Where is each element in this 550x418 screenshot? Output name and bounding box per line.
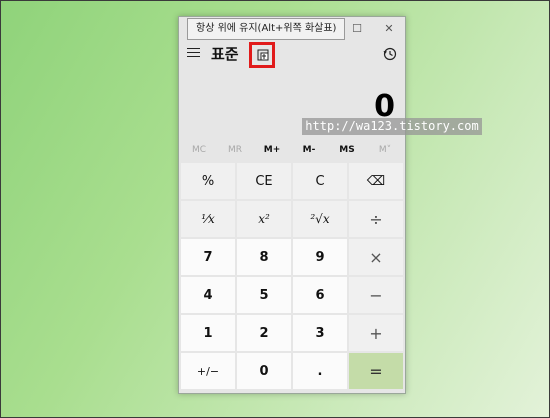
reciprocal-label: ¹⁄x [201,212,215,226]
square-label: x² [258,212,270,226]
clear-button[interactable]: C [293,163,347,199]
digit-3-button[interactable]: 3 [293,315,347,351]
digit-7-button[interactable]: 7 [181,239,235,275]
multiply-label: × [369,247,383,267]
close-button[interactable]: ✕ [377,19,401,39]
memory-list-button[interactable]: M˅ [367,141,403,159]
square-button[interactable]: x² [237,201,291,237]
equals-button[interactable]: = [349,353,403,389]
keypad: % CE C ⌫ ¹⁄x x² ²√x ÷ 7 8 9 × 4 5 6 − 1 … [181,163,403,391]
digit-4-button[interactable]: 4 [181,277,235,313]
square-root-label: ²√x [310,212,330,226]
memory-store-button[interactable]: MS [329,141,365,159]
digit-1-button[interactable]: 1 [181,315,235,351]
calculator-window: — ☐ ✕ 표준 0 MC MR M+ M- MS M˅ % CE C ⌫ ¹⁄… [178,16,406,394]
digit-9-button[interactable]: 9 [293,239,347,275]
memory-add-button[interactable]: M+ [254,141,290,159]
menu-icon[interactable] [187,47,201,59]
digit-6-button[interactable]: 6 [293,277,347,313]
reciprocal-button[interactable]: ¹⁄x [181,201,235,237]
percent-button[interactable]: % [181,163,235,199]
watermark-text: http://wa123.tistory.com [302,118,482,135]
maximize-button[interactable]: ☐ [345,19,369,39]
square-root-button[interactable]: ²√x [293,201,347,237]
memory-recall-button[interactable]: MR [217,141,253,159]
clear-entry-button[interactable]: CE [237,163,291,199]
keep-on-top-button[interactable] [249,42,275,68]
memory-clear-button[interactable]: MC [181,141,217,159]
mode-title: 표준 [211,45,239,63]
digit-8-button[interactable]: 8 [237,239,291,275]
negate-button[interactable]: +/− [181,353,235,389]
backspace-icon: ⌫ [366,173,386,189]
digit-5-button[interactable]: 5 [237,277,291,313]
backspace-button[interactable]: ⌫ [349,163,403,199]
divide-button[interactable]: ÷ [349,201,403,237]
add-label: + [369,323,383,343]
memory-subtract-button[interactable]: M- [291,141,327,159]
subtract-button[interactable]: − [349,277,403,313]
history-icon[interactable] [383,47,397,61]
keep-on-top-tooltip: 항상 위에 유지(Alt+위쪽 화살표) [187,18,346,40]
memory-row: MC MR M+ M- MS M˅ [179,141,405,159]
keep-on-top-icon [257,49,269,61]
multiply-button[interactable]: × [349,239,403,275]
digit-0-button[interactable]: 0 [237,353,291,389]
subtract-label: − [369,285,383,305]
decimal-button[interactable]: . [293,353,347,389]
divide-label: ÷ [369,209,383,229]
add-button[interactable]: + [349,315,403,351]
digit-2-button[interactable]: 2 [237,315,291,351]
